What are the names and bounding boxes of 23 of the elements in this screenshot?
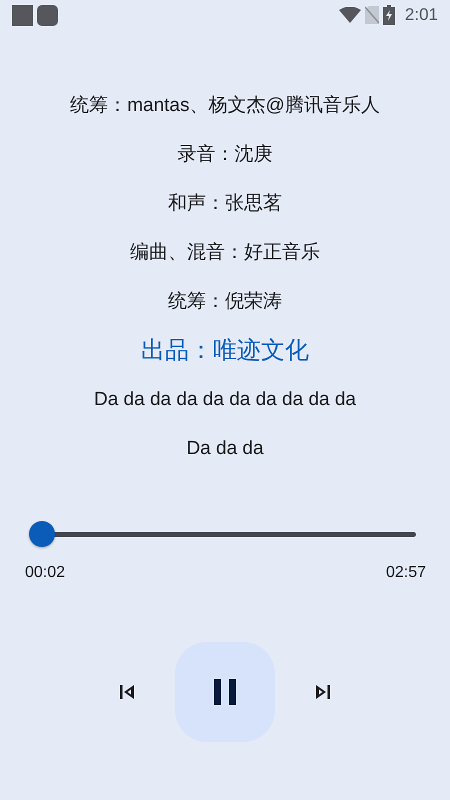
- total-time: 02:57: [386, 564, 426, 582]
- lyric-line: Da da da da da da da da da da: [94, 388, 356, 412]
- lyric-line: 统筹：倪荣涛: [168, 290, 282, 314]
- pause-icon: [214, 679, 236, 705]
- lyric-line: 和声：张思茗: [168, 192, 282, 216]
- lyric-line: 录音：沈庚: [178, 143, 272, 167]
- skip-previous-icon: [119, 684, 135, 700]
- skip-next-icon: [315, 684, 331, 700]
- lyric-line: 编曲、混音：好正音乐: [130, 241, 320, 265]
- next-button[interactable]: [315, 684, 331, 700]
- no-sim-icon: [364, 6, 379, 24]
- current-lyric-line: 出品：唯迹文化: [141, 336, 309, 366]
- lyric-line: 统筹：mantas、杨文杰@腾讯音乐人: [70, 94, 380, 118]
- battery-charging-icon: [382, 5, 395, 25]
- elapsed-time: 00:02: [25, 564, 66, 582]
- clock-time: 2:01: [404, 5, 438, 25]
- slider-thumb[interactable]: [28, 521, 55, 547]
- previous-button[interactable]: [119, 684, 135, 700]
- pause-button[interactable]: [175, 642, 275, 742]
- wifi-icon: [338, 7, 361, 23]
- notification-icon: [12, 4, 33, 26]
- notification-icon: [37, 4, 58, 26]
- lyric-line: Da da da: [186, 437, 264, 461]
